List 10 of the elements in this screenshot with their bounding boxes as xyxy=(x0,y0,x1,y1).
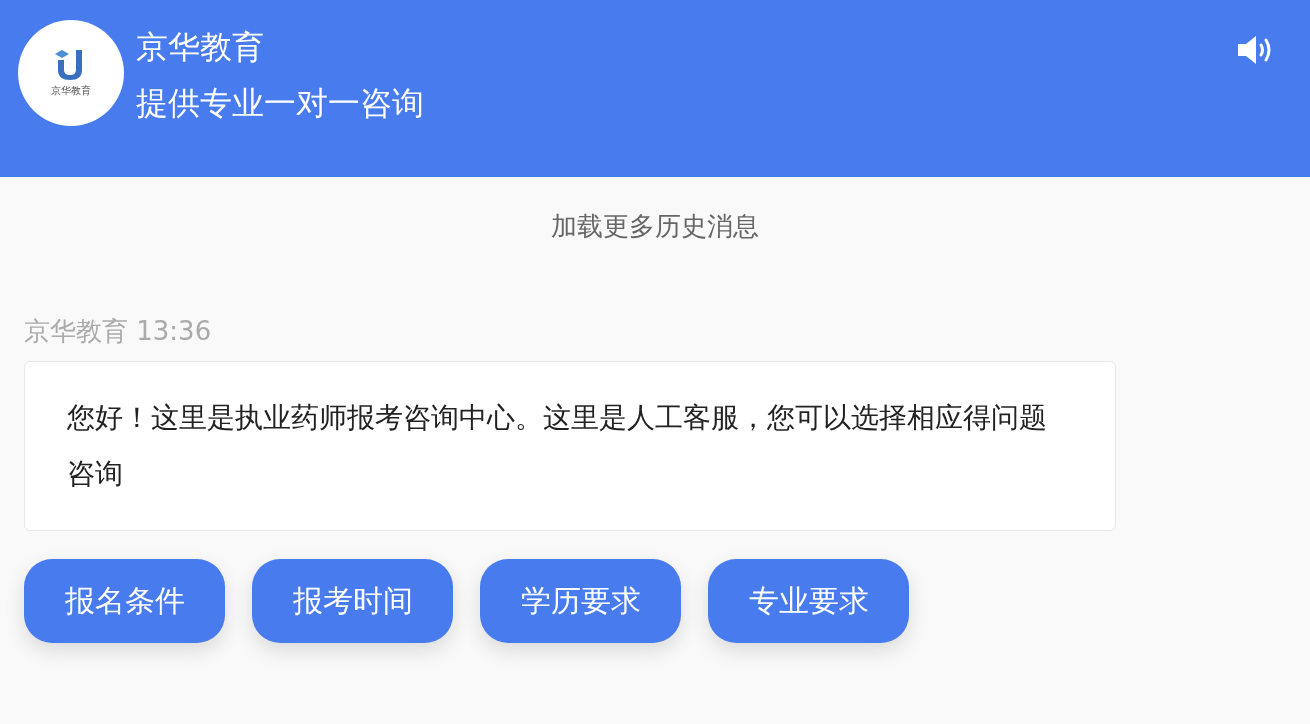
quick-reply-button[interactable]: 学历要求 xyxy=(480,559,681,643)
load-more-link[interactable]: 加载更多历史消息 xyxy=(551,209,759,244)
quick-reply-button[interactable]: 报考时间 xyxy=(252,559,453,643)
header-title: 京华教育 xyxy=(136,28,265,66)
quick-reply-button[interactable]: 专业要求 xyxy=(708,559,909,643)
logo-text: 京华教育 xyxy=(51,84,91,98)
header-subtitle: 提供专业一对一咨询 xyxy=(136,84,424,122)
quick-reply-button[interactable]: 报名条件 xyxy=(24,559,225,643)
message-bubble: 您好！这里是执业药师报考咨询中心。这里是人工客服，您可以选择相应得问题咨询 xyxy=(24,361,1116,531)
message-sender-time: 京华教育 13:36 xyxy=(24,315,213,348)
